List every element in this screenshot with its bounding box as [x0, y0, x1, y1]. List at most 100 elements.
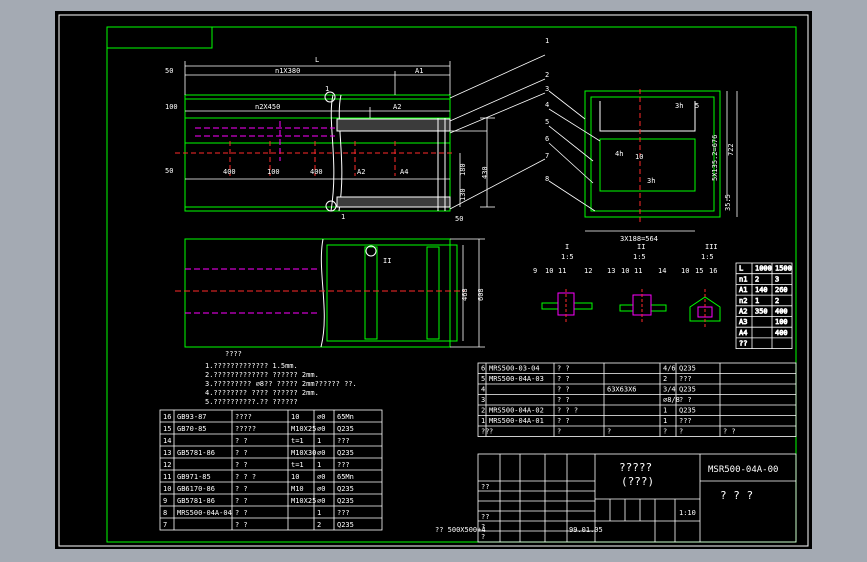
bom-upper-table: 6 MRS500-03-04? ? 4/6 Q2355 MRS500-04A-03? ?…: [477, 362, 797, 437]
bom-lower-cell: Q235: [337, 449, 354, 457]
bom-lower-cell: ? ?: [235, 521, 248, 529]
dim-722: 722: [727, 143, 735, 156]
bom-upper-cell: Q235: [679, 386, 696, 394]
bom-upper-cell: ? ?: [557, 375, 570, 383]
bom-upper-cell: 1: [663, 407, 667, 415]
dimtab-cell: 2: [755, 275, 759, 283]
note-line: 2.????????????? ?????? 2mm.: [205, 371, 319, 379]
bom-lower-cell: 10: [163, 485, 171, 493]
balloon-1a: 1: [325, 85, 329, 93]
date: 99.01.05: [569, 526, 603, 534]
notes-title: ????: [225, 350, 242, 358]
bom-upper-cell: 5: [481, 375, 485, 383]
bom-lower-cell: 13: [163, 449, 171, 457]
bom-upper-cell: 3/4: [663, 386, 676, 394]
bom-upper-cell: ∅8/8: [663, 396, 680, 404]
bom-upper-cell: ???: [679, 417, 692, 425]
detail-III-part: 10: [681, 267, 689, 275]
note-line: 4.???????? ???? ?????? 2mm.: [205, 389, 319, 397]
bom-upper-cell: MRS500-04A-01: [489, 417, 544, 425]
dim-180: 180: [459, 163, 467, 176]
sign-label: ?: [481, 523, 485, 531]
side-texts: 3X188=564 5X135.2=676 722 35.5 3h 5 4h 1…: [615, 102, 735, 243]
bom-lower-table: 16 GB93-87???? 10 ∅0 65Mn 15 GB70-85????? M10X2…: [159, 409, 383, 531]
dim-100b: 100: [267, 168, 280, 176]
bom-lower-cell: Q235: [337, 485, 354, 493]
dim-n2: n2X450: [255, 103, 280, 111]
bom-lower-cell: ? ?: [235, 485, 248, 493]
bom-upper-cell: ? ?: [557, 396, 570, 404]
dim-50c: 50: [455, 215, 463, 223]
dim-400a: 400: [223, 168, 236, 176]
dim-100: 100: [165, 103, 178, 111]
dimtab-cell: 2: [775, 297, 779, 305]
bom-lower-cell: ∅0: [317, 473, 325, 481]
bom-upper-cell: 2: [663, 375, 667, 383]
bom-upper-cell: 4/6: [663, 365, 676, 373]
front-centerlines: [195, 121, 335, 161]
callout-8: 8: [545, 175, 549, 183]
bom-lower-cell: t=1: [291, 461, 304, 469]
dim-A1: A1: [415, 67, 423, 75]
callout-3: 3: [545, 85, 549, 93]
side-dims: [548, 90, 738, 232]
detail-III-scale: 1:5: [701, 253, 714, 261]
corner-box: [106, 26, 213, 49]
bom-upper-cell: Q235: [679, 407, 696, 415]
dim-table: L 1000 1500 n1 2 3 A1 140 260 n2 1 2 A2 350 400 A3 100 A4…: [735, 262, 793, 349]
callout-5: 5: [545, 118, 549, 126]
bom-upper-cell: Q235: [679, 365, 696, 373]
dimtab-cell: 1000: [755, 265, 772, 273]
bom-lower-cell: 9: [163, 497, 167, 505]
bom-lower-cell: Q235: [337, 425, 354, 433]
detail-III-part: 15: [695, 267, 703, 275]
bom-lower-cell: 65Mn: [337, 413, 354, 421]
bom-lower-cell: 11: [163, 473, 171, 481]
dim-608: 608: [477, 288, 485, 301]
detail-I-label: I: [565, 243, 569, 251]
detail-II-part: 10: [621, 267, 629, 275]
bottom-view: [184, 238, 458, 348]
bom-lower-cell: ∅0: [317, 425, 325, 433]
detail-III: III 1:5 10 15 16: [681, 243, 721, 327]
detail-I-part: 12: [584, 267, 592, 275]
sign-label: ?: [481, 533, 485, 541]
bom-lower-cell: 14: [163, 437, 171, 445]
bom-upper-cell: ?: [489, 428, 493, 436]
callout-4: 4: [545, 101, 549, 109]
dimtab-cell: L: [739, 265, 743, 273]
bom-upper-cell: 63X63X6: [607, 386, 637, 394]
bom-upper-cell: ? ?: [723, 428, 736, 436]
bom-lower-cell: ????: [235, 413, 252, 421]
detail-I: I 1:5 9 10 11 12: [533, 243, 593, 323]
bom-lower-cell: ? ?: [235, 449, 248, 457]
bom-lower-cell: ???: [337, 509, 350, 517]
balloon-II: II: [383, 257, 391, 265]
detail-III-label: III: [705, 243, 718, 251]
bom-upper-cell: ? ?: [557, 365, 570, 373]
bom-lower-cell: MRS500-04A-04: [177, 509, 232, 517]
side-item-4h: 4h: [615, 150, 623, 158]
bom-lower-cell: 1: [317, 437, 321, 445]
dim-A4: A4: [400, 168, 408, 176]
size: ?? 500X500+4: [435, 526, 486, 534]
dim-35: 35.5: [724, 194, 732, 211]
bom-lower-cell: GB93-87: [177, 413, 207, 421]
side-view: [584, 90, 721, 218]
dim-L: L: [315, 56, 319, 64]
bom-lower-cell: 10: [291, 413, 299, 421]
balloon-1b: 1: [341, 213, 345, 221]
callout-1: 1: [545, 37, 549, 45]
bom-lower-cell: Q235: [337, 521, 354, 529]
dimtab-cell: A2: [739, 308, 747, 316]
bom-lower-cell: 12: [163, 461, 171, 469]
side-item-3h: 3h: [675, 102, 683, 110]
dimtab-cell: A1: [739, 286, 747, 294]
bom-lower-cell: ?????: [235, 425, 256, 433]
detail-II-part: 14: [658, 267, 666, 275]
bom-lower-cell: ∅0: [317, 497, 325, 505]
dim-A2b: A2: [357, 168, 365, 176]
bom-lower-cell: GB5781-86: [177, 449, 215, 457]
cad-viewport[interactable]: L n1X380 A1 50 100 n2X450 A2 50 400 100 …: [55, 11, 812, 549]
bom-lower-cell: GB971-85: [177, 473, 211, 481]
